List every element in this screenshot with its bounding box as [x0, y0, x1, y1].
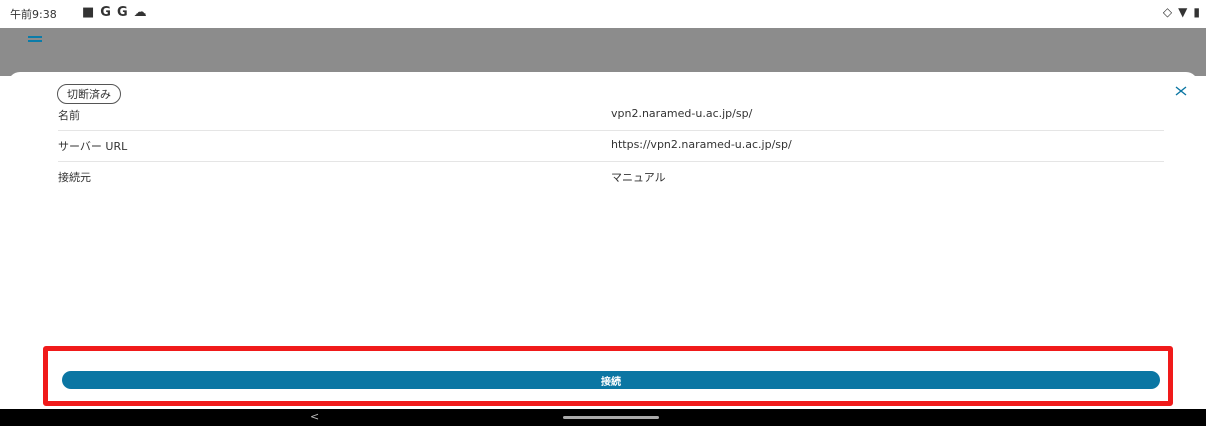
image-icon: ■	[82, 5, 95, 20]
row-value: https://vpn2.naramed-u.ac.jp/sp/	[611, 138, 792, 151]
home-handle-icon[interactable]	[563, 416, 659, 419]
app-bar	[0, 28, 1206, 76]
status-time: 午前9:38	[10, 8, 57, 21]
status-notification-icons: ■ G G ☁	[82, 4, 147, 22]
detail-row-server-url: サーバー URL https://vpn2.naramed-u.ac.jp/sp…	[58, 131, 1164, 162]
google-icon: G	[116, 5, 128, 20]
battery-icon: ▮	[1193, 5, 1200, 19]
back-icon[interactable]: <	[310, 410, 319, 423]
detail-row-name: 名前 vpn2.naramed-u.ac.jp/sp/	[58, 100, 1164, 131]
vpn-key-icon: ◇	[1162, 5, 1173, 19]
row-value: vpn2.naramed-u.ac.jp/sp/	[611, 107, 753, 120]
collapse-icon[interactable]	[1174, 84, 1188, 98]
row-value: マニュアル	[611, 171, 666, 184]
status-bar: 午前9:38 ■ G G ☁ ◇ ▼ ▮	[0, 0, 1206, 28]
navigation-bar: <	[0, 409, 1206, 426]
status-system-icons: ◇ ▼ ▮	[1163, 5, 1200, 19]
wifi-icon: ▼	[1178, 5, 1188, 19]
menu-icon[interactable]	[28, 36, 42, 46]
connect-button[interactable]: 接続	[62, 371, 1160, 389]
detail-row-source: 接続元 マニュアル	[58, 162, 1164, 192]
google-icon: G	[100, 5, 111, 20]
row-label: 接続元	[58, 171, 91, 184]
row-label: サーバー URL	[58, 140, 128, 153]
row-label: 名前	[58, 109, 80, 122]
cloud-icon: ☁	[133, 5, 147, 20]
